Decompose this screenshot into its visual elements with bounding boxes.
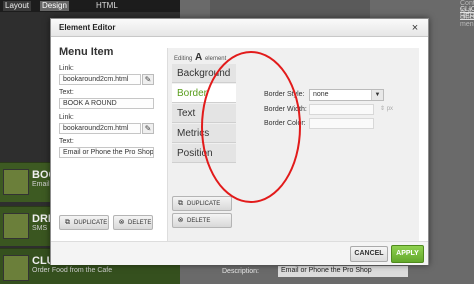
close-icon[interactable]: × xyxy=(408,21,422,35)
delete-icon: ⊗ xyxy=(177,217,184,224)
pencil-icon[interactable]: ✎ xyxy=(142,123,154,134)
bg-row-title: DRI xyxy=(32,213,51,225)
border-style-label: Border Style: xyxy=(264,91,305,98)
text-input[interactable]: BOOK A ROUND xyxy=(59,98,154,109)
bg-right-header: Content to a different menu CLICK HERE! xyxy=(210,0,474,28)
delete-element-button[interactable]: ⊗ DELETE xyxy=(172,213,232,228)
tab-border[interactable]: Border xyxy=(172,84,236,103)
delete-label: DELETE xyxy=(187,218,211,224)
editing-suffix: element xyxy=(204,56,227,62)
tab-metrics[interactable]: Metrics xyxy=(172,124,236,143)
dialog-titlebar: Element Editor × xyxy=(51,19,428,37)
bg-row-thumbnail xyxy=(3,213,29,239)
link-label: Link: xyxy=(59,65,74,72)
bg-click-here-link[interactable]: CLICK HERE! xyxy=(460,6,474,20)
text-label: Text: xyxy=(59,138,74,145)
copy-icon: ⧉ xyxy=(178,200,183,207)
duplicate-label: DUPLICATE xyxy=(187,201,221,207)
border-width-input[interactable] xyxy=(309,104,374,115)
apply-button[interactable]: APPLY xyxy=(391,245,424,263)
unit-label: px xyxy=(386,106,394,112)
dialog-title: Element Editor xyxy=(59,23,116,32)
bg-tab-html[interactable]: HTML xyxy=(96,1,118,11)
text-label: Text: xyxy=(59,89,74,96)
border-width-label: Border Width: xyxy=(264,106,307,113)
cancel-button[interactable]: CANCEL xyxy=(350,246,388,262)
editing-element-tag: A xyxy=(195,52,203,63)
border-width-unit: ⇕ px xyxy=(380,105,393,112)
bg-description-label: Description: xyxy=(222,268,259,275)
menu-item-heading: Menu Item xyxy=(59,46,114,58)
bg-row-thumbnail xyxy=(3,169,29,195)
delete-label: DELETE xyxy=(128,220,152,226)
bg-row-subtitle: SMS xyxy=(32,225,48,232)
duplicate-menu-item-button[interactable]: ⧉ DUPLICATE xyxy=(59,215,109,230)
chevron-down-icon: ▼ xyxy=(371,90,383,100)
copy-icon: ⧉ xyxy=(65,219,70,226)
dialog-footer: CANCEL APPLY xyxy=(51,241,428,265)
border-style-value: none xyxy=(313,91,329,98)
link-input[interactable]: bookaround2cm.html xyxy=(59,123,141,134)
duplicate-label: DUPLICATE xyxy=(74,220,108,226)
border-color-label: Border Color: xyxy=(264,120,306,127)
pencil-icon[interactable]: ✎ xyxy=(142,74,154,85)
bg-row-subtitle: Order Food from the Cafe xyxy=(32,267,113,274)
border-style-select[interactable]: none ▼ xyxy=(309,89,384,101)
border-color-input[interactable] xyxy=(309,118,374,129)
link-label: Link: xyxy=(59,114,74,121)
bg-tab-design[interactable]: Design xyxy=(40,1,69,11)
style-editor-panel: Editing A element Background Border Text… xyxy=(167,48,419,241)
link-input[interactable]: bookaround2cm.html xyxy=(59,74,141,85)
spinner-icon[interactable]: ⇕ xyxy=(380,106,385,112)
delete-icon: ⊗ xyxy=(118,219,125,226)
duplicate-element-button[interactable]: ⧉ DUPLICATE xyxy=(172,196,232,211)
bg-mode-tabs: Layout Design HTML xyxy=(0,0,180,12)
element-editor-dialog: Element Editor × Menu Item Link: bookaro… xyxy=(50,18,429,265)
delete-menu-item-button[interactable]: ⊗ DELETE xyxy=(113,215,153,230)
editing-element-label: Editing A element xyxy=(174,52,226,63)
editing-prefix: Editing xyxy=(174,56,193,62)
tab-position[interactable]: Position xyxy=(172,144,236,163)
bg-tab-layout[interactable]: Layout xyxy=(3,1,32,11)
tab-background[interactable]: Background xyxy=(172,64,236,83)
text-input[interactable]: Email or Phone the Pro Shop xyxy=(59,147,154,158)
tab-text[interactable]: Text xyxy=(172,104,236,123)
bg-description-field[interactable]: Email or Phone the Pro Shop xyxy=(278,266,408,277)
bg-row-thumbnail xyxy=(3,255,29,281)
